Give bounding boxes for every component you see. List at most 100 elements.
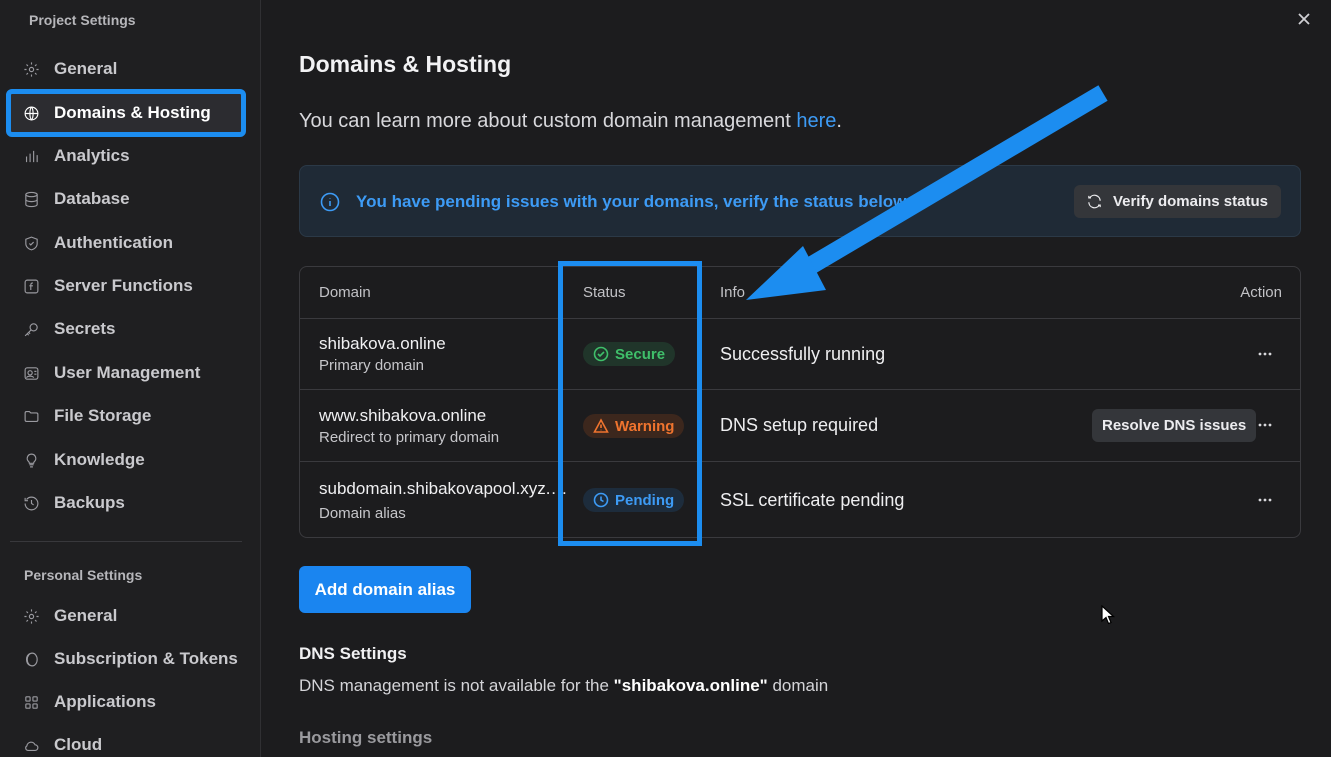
sidebar-item-analytics[interactable]: Analytics	[10, 136, 242, 176]
sidebar-item-secrets[interactable]: Secrets	[10, 309, 242, 349]
sidebar-item-server-functions[interactable]: Server Functions	[10, 266, 242, 306]
verify-domains-status-button[interactable]: Verify domains status	[1073, 185, 1281, 218]
personal-settings-heading: Personal Settings	[24, 567, 143, 583]
sidebar-item-label: Database	[54, 189, 130, 208]
settings-sidebar: Project Settings General Domains & Hosti…	[0, 0, 261, 757]
sidebar-item-cloud[interactable]: Cloud	[10, 725, 242, 757]
mouse-cursor-icon	[1101, 605, 1116, 625]
intro-text-end: .	[836, 110, 842, 132]
dns-domain-name: "shibakova.online"	[613, 676, 768, 695]
table-row: www.shibakova.online Redirect to primary…	[300, 390, 1300, 462]
clock-icon	[593, 492, 609, 508]
lightbulb-icon	[22, 451, 40, 469]
key-icon	[22, 320, 40, 338]
sidebar-item-subscription-tokens[interactable]: Subscription & Tokens	[10, 639, 242, 679]
sidebar-item-label: User Management	[54, 363, 201, 382]
warning-icon	[593, 418, 609, 433]
sidebar-item-label: General	[54, 606, 118, 625]
refresh-icon	[1088, 194, 1101, 209]
resolve-dns-issues-button[interactable]: Resolve DNS issues	[1092, 409, 1257, 442]
app-window: Project Settings General Domains & Hosti…	[0, 0, 1331, 757]
sidebar-item-label: Secrets	[54, 319, 116, 338]
sidebar-item-label: Authentication	[54, 233, 173, 252]
sidebar-item-authentication[interactable]: Authentication	[10, 223, 242, 263]
info-icon	[320, 192, 340, 212]
coin-icon	[22, 650, 40, 668]
sidebar-item-label: Analytics	[54, 146, 130, 165]
sidebar-item-user-management[interactable]: User Management	[10, 353, 242, 393]
function-icon	[22, 277, 40, 295]
sidebar-item-personal-general[interactable]: General	[10, 596, 242, 636]
learn-more-link[interactable]: here	[796, 110, 836, 132]
dns-text-before: DNS management is not available for the	[299, 676, 614, 695]
sidebar-item-label: Domains & Hosting	[54, 103, 211, 122]
verify-button-label: Verify domains status	[1112, 193, 1268, 210]
domain-name: www.shibakova.online	[319, 406, 487, 425]
table-row: shibakova.online Primary domain Secure S…	[300, 319, 1300, 390]
ellipsis-icon	[1258, 423, 1272, 427]
sidebar-item-label: Server Functions	[54, 276, 193, 295]
domain-subtitle: Primary domain	[319, 357, 425, 374]
domain-subtitle: Domain alias	[319, 505, 406, 522]
pending-issues-alert: You have pending issues with your domain…	[299, 165, 1301, 237]
sidebar-item-label: Subscription & Tokens	[54, 649, 238, 668]
folder-icon	[22, 407, 40, 425]
status-badge: Pending	[583, 488, 685, 512]
more-options-button[interactable]	[1256, 345, 1274, 363]
status-label: Secure	[615, 345, 666, 363]
page-title: Domains & Hosting	[299, 51, 512, 77]
bar-chart-icon	[22, 147, 40, 165]
sidebar-item-label: Backups	[54, 493, 125, 512]
sidebar-item-database[interactable]: Database	[10, 179, 242, 219]
sidebar-item-general[interactable]: General	[10, 49, 242, 89]
sidebar-item-label: Knowledge	[54, 450, 145, 469]
hosting-settings-heading: Hosting settings	[299, 728, 433, 747]
ellipsis-icon	[1258, 498, 1272, 502]
column-header-info: Info	[720, 284, 746, 301]
close-icon	[1298, 13, 1310, 25]
info-text: SSL certificate pending	[720, 490, 905, 510]
alert-message: You have pending issues with your domain…	[356, 192, 911, 211]
sidebar-item-backups[interactable]: Backups	[10, 483, 242, 523]
column-header-action: Action	[1240, 284, 1282, 301]
status-badge: Secure	[583, 342, 676, 366]
close-button[interactable]	[1297, 12, 1317, 32]
sidebar-item-domains-hosting[interactable]: Domains & Hosting	[6, 89, 246, 137]
sidebar-item-label: Applications	[54, 692, 157, 711]
gear-icon	[22, 60, 40, 78]
more-options-button[interactable]	[1256, 416, 1274, 434]
sidebar-item-label: General	[54, 59, 118, 78]
status-label: Warning	[615, 417, 675, 435]
dns-text-after: domain	[767, 676, 829, 695]
domains-table: Domain Status Info Action shibakova.onli…	[299, 266, 1301, 538]
sidebar-divider	[10, 541, 242, 542]
users-icon	[22, 364, 40, 382]
sidebar-item-applications[interactable]: Applications	[10, 682, 242, 722]
domain-subtitle: Redirect to primary domain	[319, 429, 500, 446]
column-header-domain: Domain	[319, 284, 371, 301]
dns-settings-heading: DNS Settings	[299, 644, 407, 663]
table-row: subdomain.shibakovapool.xyz.com Domain a…	[300, 462, 1300, 537]
sidebar-item-knowledge[interactable]: Knowledge	[10, 440, 242, 480]
domain-name: subdomain.shibakovapool.xyz.com	[319, 479, 573, 498]
info-text: Successfully running	[720, 344, 886, 364]
project-settings-heading: Project Settings	[29, 12, 136, 28]
main-content: Domains & Hosting You can learn more abo…	[262, 0, 1331, 757]
ellipsis-icon	[1258, 352, 1272, 356]
apps-icon	[22, 693, 40, 711]
sidebar-item-label: Cloud	[54, 735, 103, 754]
add-domain-alias-button[interactable]: Add domain alias	[299, 566, 471, 613]
table-header: Domain Status Info Action	[300, 267, 1300, 319]
info-text: DNS setup required	[720, 415, 879, 435]
status-label: Pending	[615, 491, 675, 509]
cloud-icon	[22, 736, 40, 754]
history-icon	[22, 494, 40, 512]
intro-text: You can learn more about custom domain m…	[299, 110, 842, 133]
status-badge: Warning	[583, 414, 685, 438]
domain-name: shibakova.online	[319, 334, 446, 353]
column-header-status: Status	[583, 284, 626, 301]
dns-settings-text: DNS management is not available for the …	[299, 676, 828, 696]
database-icon	[22, 190, 40, 208]
sidebar-item-file-storage[interactable]: File Storage	[10, 396, 242, 436]
more-options-button[interactable]	[1256, 491, 1274, 509]
